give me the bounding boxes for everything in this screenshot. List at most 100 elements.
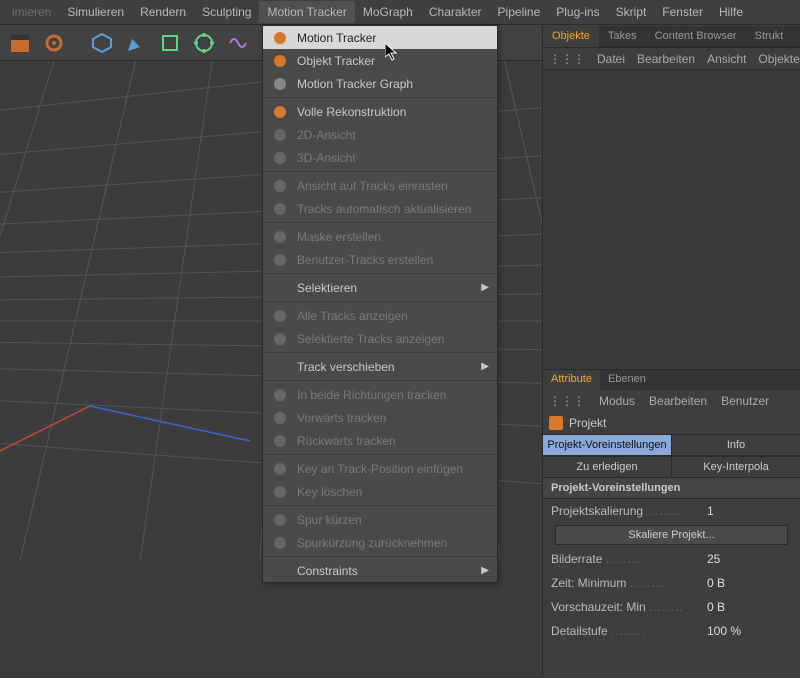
menu-motion-tracker[interactable]: Motion Tracker [263, 26, 497, 49]
au-icon [271, 200, 289, 218]
tool-cube-icon[interactable] [86, 27, 118, 59]
menu-item[interactable]: Simulieren [59, 1, 132, 23]
menu-objekt-tracker[interactable]: Objekt Tracker [263, 49, 497, 72]
blank-icon [271, 279, 289, 297]
menu-item[interactable]: Plug-ins [548, 1, 607, 23]
prop-value[interactable]: 100 % [701, 622, 747, 640]
menubar: imieren Simulieren Rendern Sculpting Mot… [0, 0, 800, 25]
prop-value[interactable]: 0 B [701, 574, 731, 592]
object-tree[interactable] [543, 70, 800, 370]
tool-gear-icon[interactable] [38, 27, 70, 59]
blank-icon [271, 358, 289, 376]
btn-zu-erledigen[interactable]: Zu erledigen [543, 457, 672, 477]
attribute-tabs: Attribute Ebenen [543, 370, 800, 390]
attribute-title: Projekt [569, 416, 606, 430]
menu-track-verschieben[interactable]: Track verschieben ▶ [263, 355, 497, 378]
btn-key-interpolation[interactable]: Key-Interpola [672, 457, 800, 477]
mk-icon [271, 228, 289, 246]
attr-menu[interactable]: Modus [599, 394, 635, 408]
menu-label: Track verschieben [297, 360, 395, 374]
tab-takes[interactable]: Takes [599, 26, 646, 47]
tab-ebenen[interactable]: Ebenen [600, 370, 654, 390]
section-header: Projekt-Voreinstellungen [543, 478, 800, 499]
tool-deformer-icon[interactable] [222, 27, 254, 59]
hatch-icon[interactable]: ⋮⋮⋮ [549, 52, 585, 66]
attribute-toolbar: ⋮⋮⋮ Modus Bearbeiten Benutzer [543, 390, 800, 412]
hatch-icon[interactable]: ⋮⋮⋮ [549, 394, 585, 408]
menu-vorw-rts-tracken: Vorwärts tracken [263, 406, 497, 429]
menu-label: Motion Tracker [297, 31, 376, 45]
menu-benutzer-tracks-erstellen: Benutzer-Tracks erstellen [263, 248, 497, 271]
tool-array-icon[interactable] [188, 27, 220, 59]
menu-constraints[interactable]: Constraints▶ [263, 559, 497, 582]
tab-attribute[interactable]: Attribute [543, 370, 600, 390]
menu-item[interactable]: Hilfe [711, 1, 751, 23]
menu-selektieren[interactable]: Selektieren▶ [263, 276, 497, 299]
btn-skaliere-projekt-[interactable]: Skaliere Projekt... [555, 525, 788, 545]
mg-icon [271, 75, 289, 93]
om-menu[interactable]: Bearbeiten [637, 52, 695, 66]
menu-maske-erstellen: Maske erstellen [263, 225, 497, 248]
submenu-arrow-icon: ▶ [481, 361, 489, 372]
sk-icon [271, 511, 289, 529]
kd-icon [271, 483, 289, 501]
attr-menu[interactable]: Bearbeiten [649, 394, 707, 408]
menu-item[interactable]: Sculpting [194, 1, 259, 23]
menu-spurk-rzung-zur-cknehmen: Spurkürzung zurücknehmen [263, 531, 497, 554]
menu-item[interactable]: Charakter [421, 1, 490, 23]
menu-label: Benutzer-Tracks erstellen [297, 253, 433, 267]
menu-label: Maske erstellen [297, 230, 381, 244]
tab-objekte[interactable]: Objekte [543, 26, 599, 47]
submenu-arrow-icon: ▶ [481, 282, 489, 293]
at-icon [271, 307, 289, 325]
menu-tracks-automatisch-aktualisieren: Tracks automatisch aktualisieren [263, 197, 497, 220]
ot-icon [271, 52, 289, 70]
menu-label: Spur kürzen [297, 513, 362, 527]
prop-value[interactable]: 25 [701, 550, 726, 568]
btn-projekt-voreinstellungen[interactable]: Projekt-Voreinstellungen [543, 435, 672, 455]
prop-value[interactable]: 0 B [701, 598, 731, 616]
prop-label: Projektskalierung ........ [551, 504, 701, 518]
prop-value[interactable]: 1 [701, 502, 720, 520]
menu-item-motion-tracker[interactable]: Motion Tracker [259, 1, 354, 23]
tb-icon [271, 386, 289, 404]
menu-item[interactable]: Rendern [132, 1, 194, 23]
menu-2d-ansicht: 2D-Ansicht [263, 123, 497, 146]
2d-icon [271, 126, 289, 144]
menu-label: In beide Richtungen tracken [297, 388, 446, 402]
tab-struktur[interactable]: Strukt [746, 26, 793, 47]
menu-label: Key löschen [297, 485, 362, 499]
om-menu[interactable]: Objekte [758, 52, 799, 66]
menu-item[interactable]: Pipeline [490, 1, 549, 23]
menu-item[interactable]: Skript [608, 1, 655, 23]
vr-icon [271, 103, 289, 121]
project-icon [549, 416, 563, 430]
menu-label: Selektierte Tracks anzeigen [297, 332, 444, 346]
menu-label: Tracks automatisch aktualisieren [297, 202, 471, 216]
menu-item[interactable]: imieren [4, 1, 59, 23]
prop-label: Detailstufe ........ [551, 624, 701, 638]
tool-hypernurbs-icon[interactable] [154, 27, 186, 59]
tab-content-browser[interactable]: Content Browser [646, 26, 746, 47]
object-manager-toolbar: ⋮⋮⋮ Datei Bearbeiten Ansicht Objekte [543, 48, 800, 70]
menu-item[interactable]: Fenster [654, 1, 711, 23]
attr-menu[interactable]: Benutzer [721, 394, 769, 408]
menu-label: 3D-Ansicht [297, 151, 356, 165]
btn-info[interactable]: Info [672, 435, 800, 455]
st-icon [271, 330, 289, 348]
menu-item[interactable]: MoGraph [355, 1, 421, 23]
prop-label: Vorschauzeit: Min ........ [551, 600, 701, 614]
menu-r-ckw-rts-tracken: Rückwärts tracken [263, 429, 497, 452]
om-menu[interactable]: Datei [597, 52, 625, 66]
menu-motion-tracker-graph[interactable]: Motion Tracker Graph [263, 72, 497, 95]
menu-volle-rekonstruktion[interactable]: Volle Rekonstruktion [263, 100, 497, 123]
menu-label: Objekt Tracker [297, 54, 375, 68]
menu-label: Key an Track-Position einfügen [297, 462, 463, 476]
3d-icon [271, 149, 289, 167]
tool-clapper-icon[interactable] [4, 27, 36, 59]
menu-label: Volle Rekonstruktion [297, 105, 406, 119]
attribute-tab-row-1: Projekt-Voreinstellungen Info [543, 434, 800, 456]
om-menu[interactable]: Ansicht [707, 52, 746, 66]
tool-pen-icon[interactable] [120, 27, 152, 59]
menu-spur-k-rzen: Spur kürzen [263, 508, 497, 531]
